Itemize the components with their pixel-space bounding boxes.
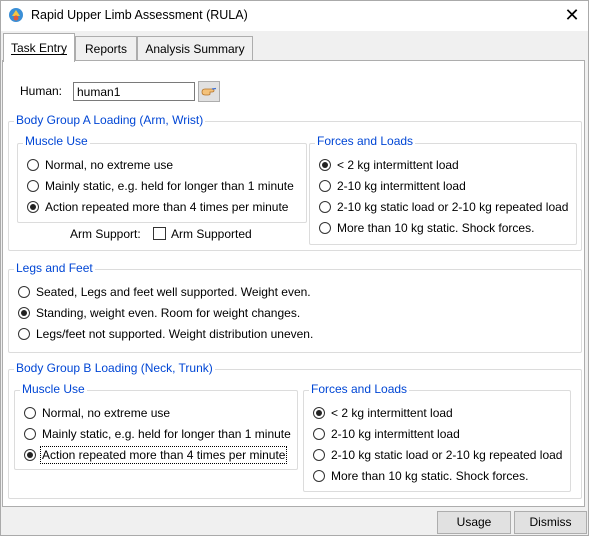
tab-reports[interactable]: Reports xyxy=(75,36,137,61)
pick-human-button[interactable] xyxy=(198,81,220,102)
arm-supported-checkbox[interactable] xyxy=(153,227,166,240)
group-a-forces-radio-0[interactable] xyxy=(319,159,331,171)
group-b-forces-radio-1[interactable] xyxy=(313,428,325,440)
group-a-muscle-label-1: Mainly static, e.g. held for longer than… xyxy=(45,179,294,193)
group-a-forces-label-1: 2-10 kg intermittent load xyxy=(337,179,466,193)
group-b-forces-radio-3[interactable] xyxy=(313,470,325,482)
app-icon xyxy=(8,7,24,23)
group-b-forces-radio-2[interactable] xyxy=(313,449,325,461)
arm-support-label: Arm Support: xyxy=(70,227,141,241)
human-input[interactable]: human1 xyxy=(73,82,195,101)
group-b-title: Body Group B Loading (Neck, Trunk) xyxy=(14,361,215,375)
legs-radio-0[interactable] xyxy=(18,286,30,298)
group-b-forces-title: Forces and Loads xyxy=(309,382,410,396)
tab-task-entry[interactable]: Task Entry xyxy=(3,33,75,62)
window-title: Rapid Upper Limb Assessment (RULA) xyxy=(31,8,248,22)
arm-supported-label: Arm Supported xyxy=(171,227,252,241)
group-b-muscle-label-2: Action repeated more than 4 times per mi… xyxy=(39,446,288,464)
group-b-muscle-title: Muscle Use xyxy=(20,382,87,396)
close-icon[interactable]: ✕ xyxy=(560,4,584,26)
legs-label-0: Seated, Legs and feet well supported. We… xyxy=(36,285,311,299)
group-a-forces-label-3: More than 10 kg static. Shock forces. xyxy=(337,221,535,235)
legs-label-2: Legs/feet not supported. Weight distribu… xyxy=(36,327,314,341)
group-a-muscle-title: Muscle Use xyxy=(23,134,90,148)
group-b-forces-radio-0[interactable] xyxy=(313,407,325,419)
usage-button[interactable]: Usage xyxy=(437,511,511,534)
group-a-muscle-label-0: Normal, no extreme use xyxy=(45,158,174,172)
legs-title: Legs and Feet xyxy=(14,261,95,275)
group-b-muscle-label-1: Mainly static, e.g. held for longer than… xyxy=(42,427,291,441)
group-a-forces-radio-3[interactable] xyxy=(319,222,331,234)
human-label: Human: xyxy=(20,84,63,98)
group-b-muscle-radio-0[interactable] xyxy=(24,407,36,419)
dismiss-button[interactable]: Dismiss xyxy=(514,511,587,534)
group-a-title: Body Group A Loading (Arm, Wrist) xyxy=(14,113,206,127)
tab-label: Task Entry xyxy=(10,41,67,55)
group-b-forces-label-1: 2-10 kg intermittent load xyxy=(331,427,460,441)
group-b-forces-label-2: 2-10 kg static load or 2-10 kg repeated … xyxy=(331,448,563,462)
legs-radio-2[interactable] xyxy=(18,328,30,340)
group-b-forces-label-3: More than 10 kg static. Shock forces. xyxy=(331,469,529,483)
tab-label: Reports xyxy=(84,42,128,56)
pick-hand-icon xyxy=(201,87,217,96)
group-b-muscle-radio-1[interactable] xyxy=(24,428,36,440)
group-a-muscle-label-2: Action repeated more than 4 times per mi… xyxy=(45,200,289,214)
tab-label: Analysis Summary xyxy=(145,42,245,56)
legs-label-1: Standing, weight even. Room for weight c… xyxy=(36,306,301,320)
group-a-forces-radio-2[interactable] xyxy=(319,201,331,213)
group-b-muscle-label-0: Normal, no extreme use xyxy=(42,406,171,420)
group-a-muscle-radio-0[interactable] xyxy=(27,159,39,171)
tab-analysis-summary[interactable]: Analysis Summary xyxy=(137,36,253,61)
group-a-forces-label-2: 2-10 kg static load or 2-10 kg repeated … xyxy=(337,200,569,214)
legs-radio-1[interactable] xyxy=(18,307,30,319)
group-b-forces-label-0: < 2 kg intermittent load xyxy=(331,406,453,420)
group-a-forces-label-0: < 2 kg intermittent load xyxy=(337,158,459,172)
group-a-muscle-radio-2[interactable] xyxy=(27,201,39,213)
group-a-forces-radio-1[interactable] xyxy=(319,180,331,192)
group-a-muscle-radio-1[interactable] xyxy=(27,180,39,192)
group-a-forces-title: Forces and Loads xyxy=(315,134,416,148)
group-b-muscle-radio-2[interactable] xyxy=(24,449,36,461)
